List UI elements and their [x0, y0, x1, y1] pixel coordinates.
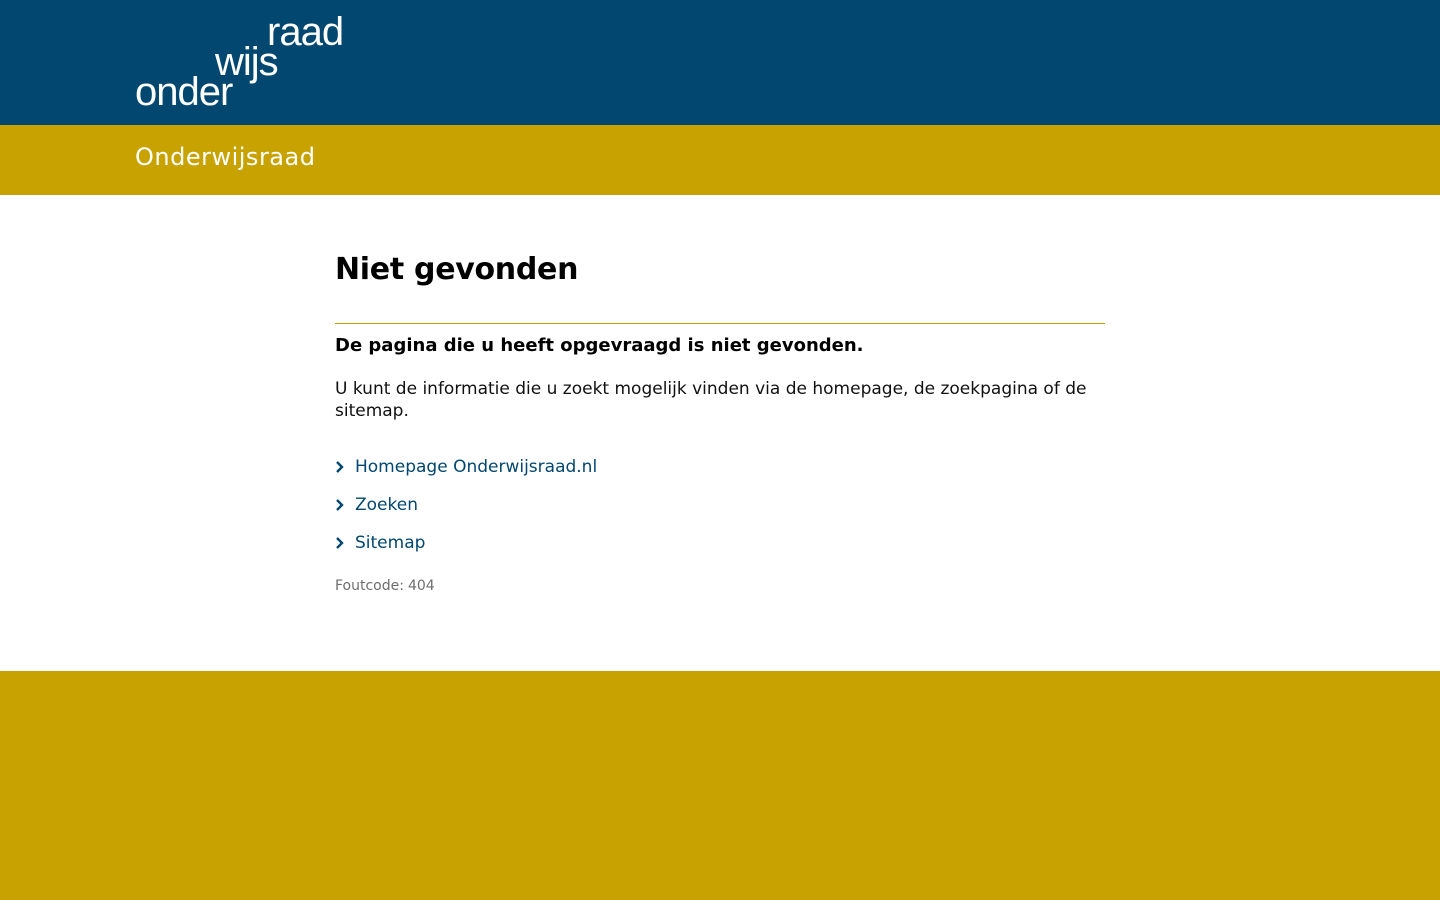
list-item: Sitemap — [335, 524, 1105, 562]
onderwijsraad-logo[interactable]: raad wijs onder — [135, 12, 365, 112]
sitemap-link[interactable]: Sitemap — [355, 532, 425, 554]
help-links-list: Homepage Onderwijsraad.nl Zoeken Sitemap — [335, 448, 1105, 562]
chevron-right-icon — [335, 457, 355, 477]
logo-word-raad: raad — [267, 10, 344, 54]
title-divider — [335, 323, 1105, 324]
error-lead: De pagina die u heeft opgevraagd is niet… — [335, 335, 864, 356]
chevron-right-icon — [335, 533, 355, 553]
error-intro: U kunt de informatie die u zoekt mogelij… — [335, 379, 1087, 421]
list-item: Homepage Onderwijsraad.nl — [335, 448, 1105, 486]
error-code-value: 404 — [407, 578, 435, 594]
site-header: raad wijs onder — [0, 0, 1440, 125]
error-code: Foutcode: 404 — [335, 578, 1105, 594]
list-item: Zoeken — [335, 486, 1105, 524]
page-title: Niet gevonden — [335, 252, 579, 287]
search-link[interactable]: Zoeken — [355, 494, 418, 516]
site-footer — [0, 671, 1440, 900]
homepage-link[interactable]: Homepage Onderwijsraad.nl — [355, 456, 597, 478]
site-name: Onderwijsraad — [135, 143, 316, 171]
logo-word-onder: onder — [135, 70, 233, 114]
error-code-label: Foutcode: — [335, 578, 404, 594]
chevron-right-icon — [335, 495, 355, 515]
site-name-bar: Onderwijsraad — [0, 125, 1440, 195]
main-content: Niet gevonden De pagina die u heeft opge… — [335, 250, 1105, 594]
